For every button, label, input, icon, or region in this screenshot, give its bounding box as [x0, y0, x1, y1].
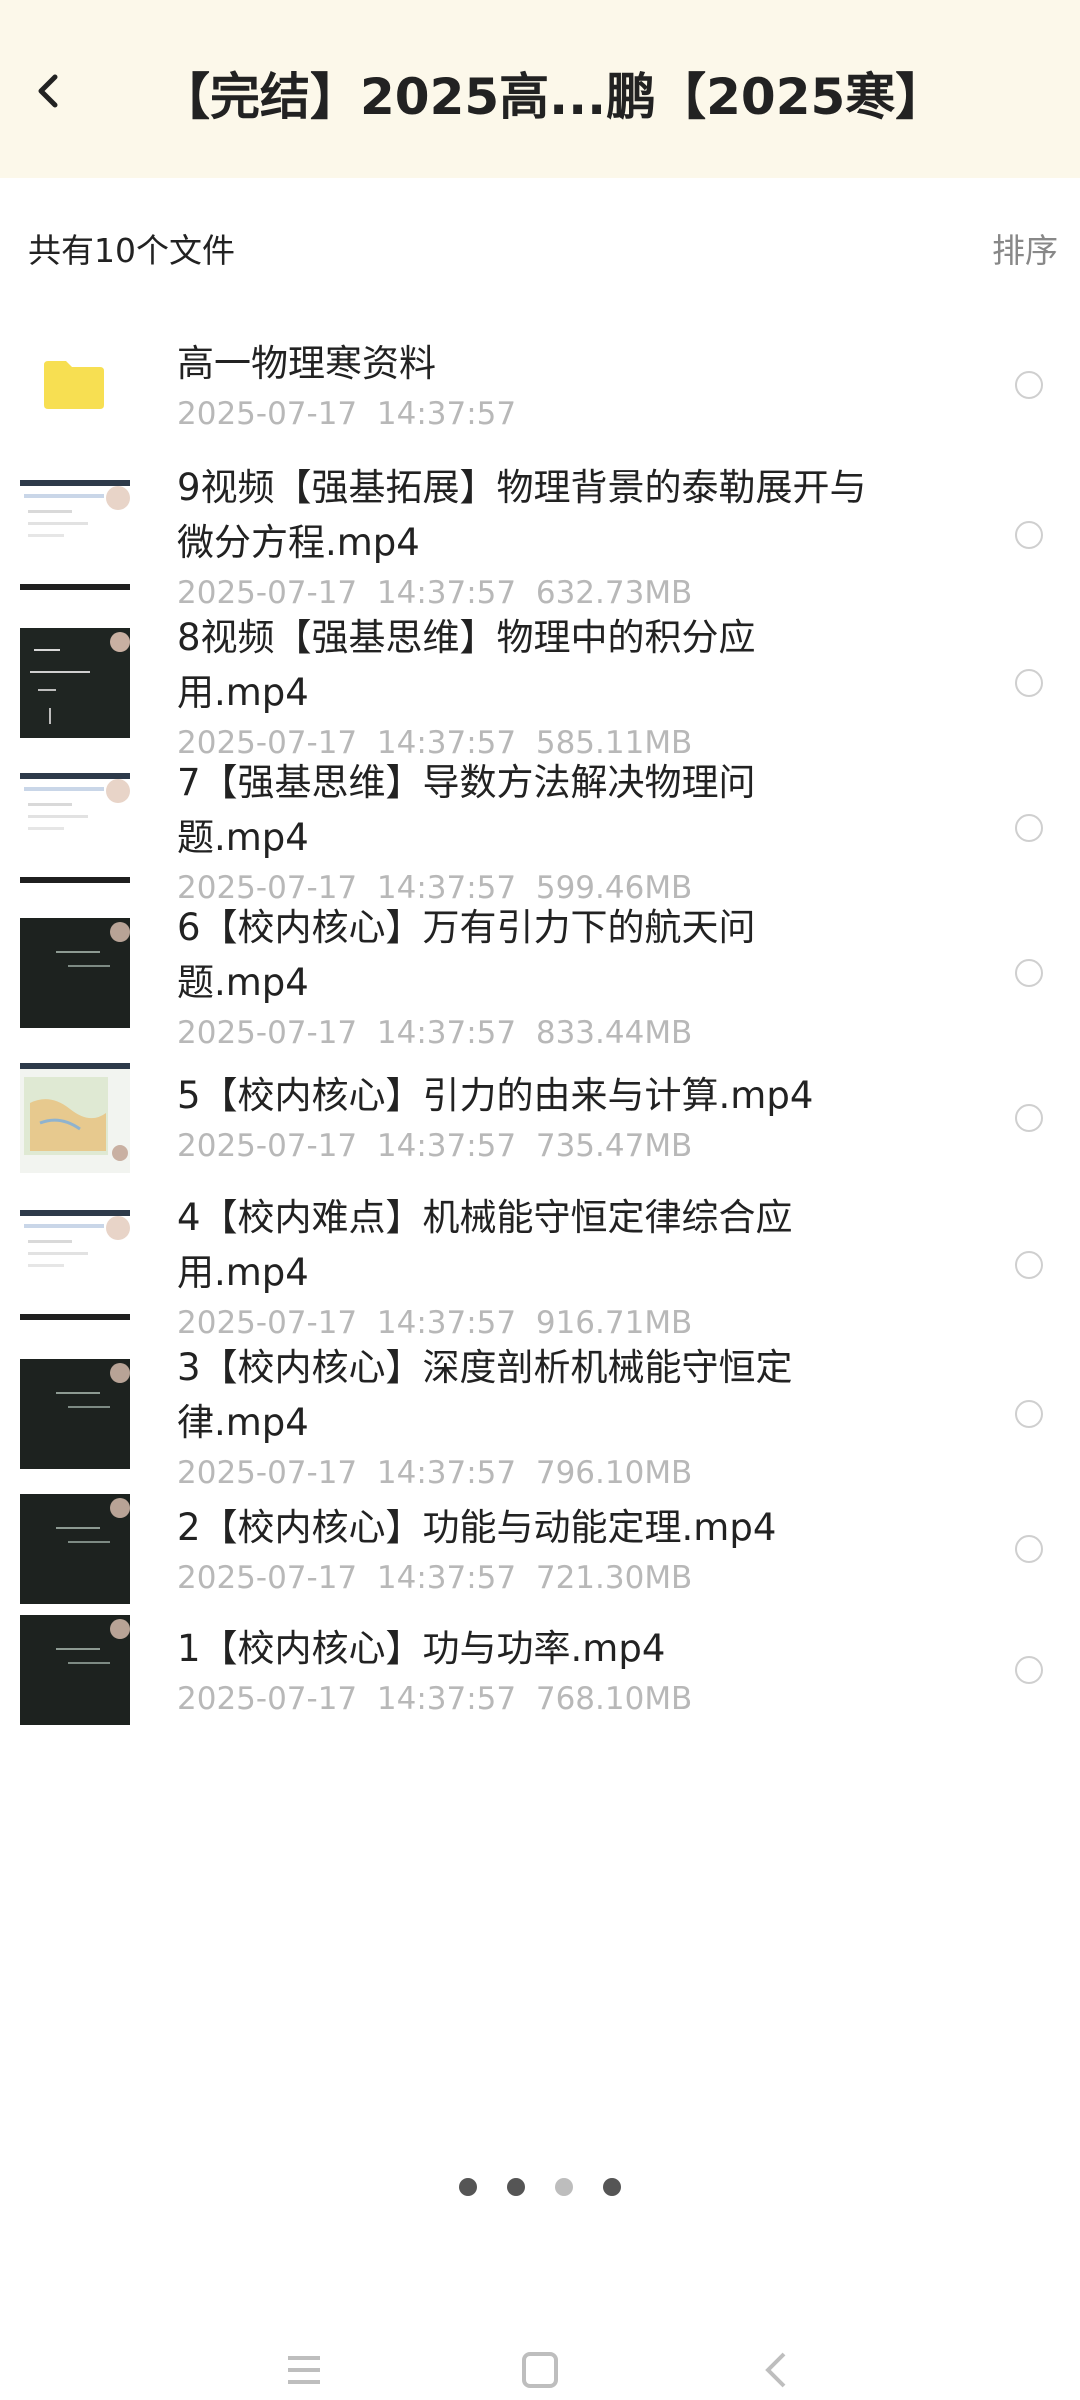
select-radio[interactable] [1015, 1251, 1043, 1279]
file-time: 14:37:57 [376, 575, 517, 611]
video-thumbnail [20, 1062, 130, 1173]
select-radio[interactable] [1015, 1400, 1043, 1428]
file-date: 2025-07-17 [177, 575, 358, 611]
file-meta: 2025-07-17 14:37:57 [177, 393, 957, 435]
file-info: 3【校内核心】深度剖析机械能守恒定 律.mp4 2025-07-17 14:37:… [177, 1340, 957, 1494]
file-time: 14:37:57 [376, 395, 517, 432]
page-dot[interactable] [603, 2178, 621, 2196]
file-list-item[interactable]: 1【校内核心】功与功率.mp4 2025-07-17 14:37:57 768.1… [0, 1610, 1080, 1730]
file-time: 14:37:57 [376, 1305, 517, 1341]
file-date: 2025-07-17 [177, 1559, 358, 1596]
select-radio[interactable] [1015, 1535, 1043, 1563]
header-bar: 【完结】2025高...鹏【2025寒】 [0, 0, 1080, 178]
select-radio[interactable] [1015, 371, 1043, 399]
file-list-item[interactable]: 5【校内核心】引力的由来与计算.mp4 2025-07-17 14:37:57 7… [0, 1045, 1080, 1190]
file-list-item[interactable]: 6【校内核心】万有引力下的航天问 题.mp4 2025-07-17 14:37:5… [0, 900, 1080, 1051]
back-button[interactable] [14, 56, 84, 126]
page-dot[interactable] [555, 2178, 573, 2196]
file-date: 2025-07-17 [177, 1455, 358, 1491]
video-thumbnail [20, 1359, 130, 1469]
file-meta: 2025-07-17 14:37:57 916.71MB [177, 1302, 957, 1344]
file-info: 高一物理寒资料 2025-07-17 14:37:57 [177, 336, 957, 435]
file-list-item[interactable]: 4【校内难点】机械能守恒定律综合应 用.mp4 2025-07-17 14:37:… [0, 1190, 1080, 1341]
file-info: 4【校内难点】机械能守恒定律综合应 用.mp4 2025-07-17 14:37:… [177, 1190, 957, 1344]
video-thumbnail [20, 480, 130, 590]
video-thumbnail [20, 1210, 130, 1320]
file-size: 721.30MB [535, 1559, 693, 1596]
system-navigation-bar [0, 2340, 1080, 2400]
page-dot[interactable] [459, 2178, 477, 2196]
file-date: 2025-07-17 [177, 1680, 358, 1717]
file-size: 768.10MB [535, 1680, 693, 1717]
file-name: 高一物理寒资料 [177, 341, 436, 385]
summary-bar: 共有10个文件 排序 [0, 210, 1080, 280]
file-name: 4【校内难点】机械能守恒定律综合应 用.mp4 [177, 1196, 793, 1294]
file-info: 7【强基思维】导数方法解决物理问 题.mp4 2025-07-17 14:37:5… [177, 755, 957, 909]
file-name: 2【校内核心】功能与动能定理.mp4 [177, 1505, 777, 1549]
folder-icon [44, 361, 104, 409]
file-meta: 2025-07-17 14:37:57 735.47MB [177, 1125, 957, 1167]
file-list-item[interactable]: 高一物理寒资料 2025-07-17 14:37:57 [0, 330, 1080, 440]
file-info: 2【校内核心】功能与动能定理.mp4 2025-07-17 14:37:57 72… [177, 1500, 957, 1599]
page-indicator [0, 2178, 1080, 2202]
select-radio[interactable] [1015, 958, 1043, 987]
file-info: 5【校内核心】引力的由来与计算.mp4 2025-07-17 14:37:57 7… [177, 1068, 957, 1167]
select-radio[interactable] [1015, 668, 1043, 697]
file-list-item[interactable]: 3【校内核心】深度剖析机械能守恒定 律.mp4 2025-07-17 14:37:… [0, 1340, 1080, 1491]
file-name: 3【校内核心】深度剖析机械能守恒定 律.mp4 [177, 1346, 793, 1444]
file-list-item[interactable]: 2【校内核心】功能与动能定理.mp4 2025-07-17 14:37:57 72… [0, 1488, 1080, 1610]
select-radio[interactable] [1015, 1656, 1043, 1684]
home-icon[interactable] [516, 2346, 564, 2394]
file-list-item[interactable]: 9视频【强基拓展】物理背景的泰勒展开与 微分方程.mp4 2025-07-17 1… [0, 460, 1080, 611]
video-thumbnail [20, 1615, 130, 1725]
back-icon[interactable] [752, 2346, 800, 2394]
file-name: 6【校内核心】万有引力下的航天问 题.mp4 [177, 906, 756, 1004]
file-meta: 2025-07-17 14:37:57 632.73MB [177, 572, 957, 614]
file-time: 14:37:57 [376, 1455, 517, 1491]
file-time: 14:37:57 [376, 1680, 517, 1717]
file-info: 8视频【强基思维】物理中的积分应 用.mp4 2025-07-17 14:37:5… [177, 610, 957, 764]
file-name: 9视频【强基拓展】物理背景的泰勒展开与 微分方程.mp4 [177, 466, 867, 564]
file-date: 2025-07-17 [177, 1128, 358, 1164]
video-thumbnail [20, 627, 130, 738]
file-size: 916.71MB [535, 1305, 693, 1341]
video-thumbnail [20, 772, 130, 883]
file-meta: 2025-07-17 14:37:57 768.10MB [177, 1678, 957, 1720]
file-info: 9视频【强基拓展】物理背景的泰勒展开与 微分方程.mp4 2025-07-17 1… [177, 460, 957, 614]
sort-button[interactable]: 排序 [992, 224, 1058, 272]
file-info: 1【校内核心】功与功率.mp4 2025-07-17 14:37:57 768.1… [177, 1621, 957, 1720]
file-name: 1【校内核心】功与功率.mp4 [177, 1626, 666, 1670]
select-radio[interactable] [1015, 813, 1043, 842]
menu-icon[interactable] [280, 2346, 328, 2394]
select-radio[interactable] [1015, 521, 1043, 549]
file-meta: 2025-07-17 14:37:57 721.30MB [177, 1557, 957, 1599]
page-title: 【完结】2025高...鹏【2025寒】 [160, 68, 946, 126]
file-time: 14:37:57 [376, 1559, 517, 1596]
file-name: 7【强基思维】导数方法解决物理问 题.mp4 [177, 761, 756, 859]
select-radio[interactable] [1015, 1103, 1043, 1132]
file-count-label: 共有10个文件 [28, 231, 235, 270]
file-size: 735.47MB [535, 1128, 693, 1164]
file-time: 14:37:57 [376, 1128, 517, 1164]
file-date: 2025-07-17 [177, 1305, 358, 1341]
file-list-item[interactable]: 8视频【强基思维】物理中的积分应 用.mp4 2025-07-17 14:37:5… [0, 610, 1080, 761]
chevron-left-icon [38, 74, 58, 108]
file-info: 6【校内核心】万有引力下的航天问 题.mp4 2025-07-17 14:37:5… [177, 900, 957, 1054]
video-thumbnail [20, 1494, 130, 1604]
file-list-item[interactable]: 7【强基思维】导数方法解决物理问 题.mp4 2025-07-17 14:37:5… [0, 755, 1080, 906]
video-thumbnail [20, 917, 130, 1028]
file-date: 2025-07-17 [177, 395, 358, 432]
file-name: 5【校内核心】引力的由来与计算.mp4 [177, 1074, 814, 1117]
file-size: 796.10MB [535, 1455, 693, 1491]
file-name: 8视频【强基思维】物理中的积分应 用.mp4 [177, 616, 756, 714]
file-list: 高一物理寒资料 2025-07-17 14:37:57 9视频【强基拓展】物理背景的… [0, 300, 1080, 2400]
file-size: 632.73MB [535, 575, 693, 611]
page-dot[interactable] [507, 2178, 525, 2196]
